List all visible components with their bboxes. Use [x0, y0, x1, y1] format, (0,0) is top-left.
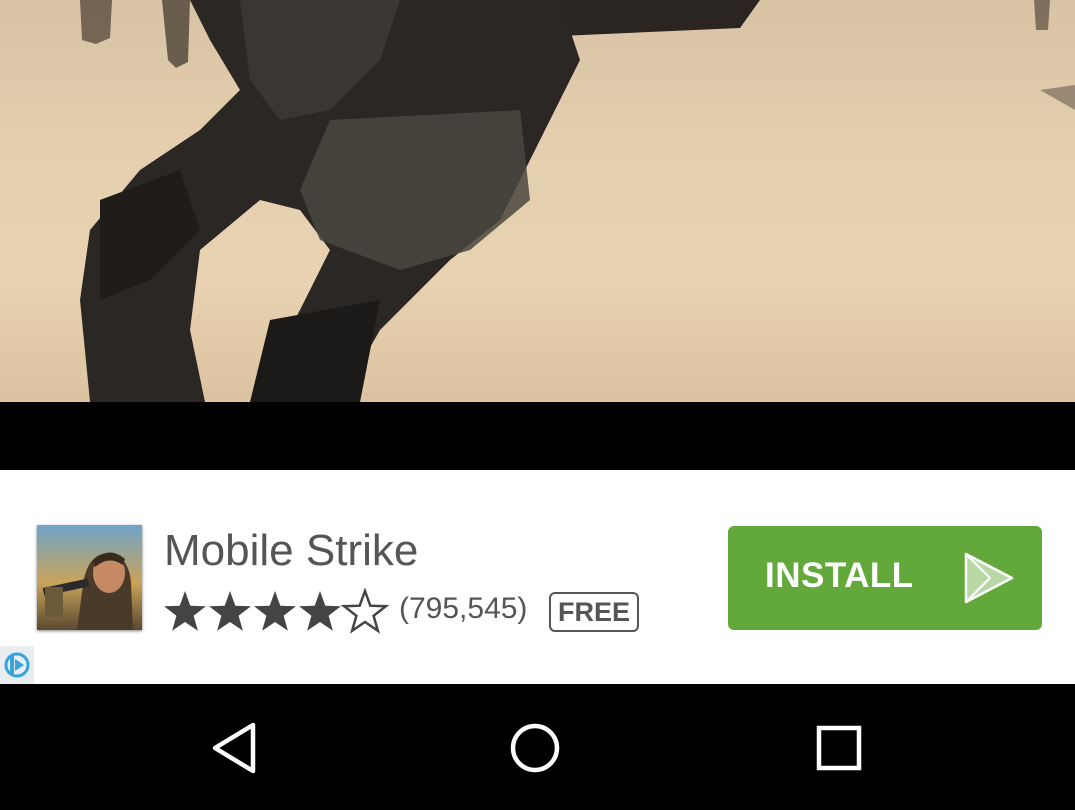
back-triangle-icon[interactable]	[205, 718, 265, 778]
app-title[interactable]: Mobile Strike	[164, 526, 418, 576]
home-circle-icon[interactable]	[505, 718, 565, 778]
star-rating	[162, 587, 390, 634]
star-empty-icon	[340, 587, 390, 634]
install-label: INSTALL	[765, 556, 914, 595]
price-badge: FREE	[549, 592, 639, 632]
star-filled-icon	[209, 591, 251, 631]
star-filled-icon	[299, 591, 341, 631]
navigation-bar	[0, 684, 1075, 810]
install-button[interactable]: INSTALL	[728, 526, 1042, 630]
adchoices-icon[interactable]	[0, 646, 34, 684]
video-letterbox	[0, 402, 1075, 470]
recents-square-icon[interactable]	[809, 718, 869, 778]
star-filled-icon	[254, 591, 296, 631]
app-icon[interactable]	[37, 525, 142, 630]
star-filled-icon	[164, 591, 206, 631]
rating-count: (795,545)	[399, 592, 528, 625]
video-content	[80, 0, 1075, 402]
play-store-icon	[964, 552, 1014, 604]
video-frame[interactable]	[0, 0, 1075, 402]
